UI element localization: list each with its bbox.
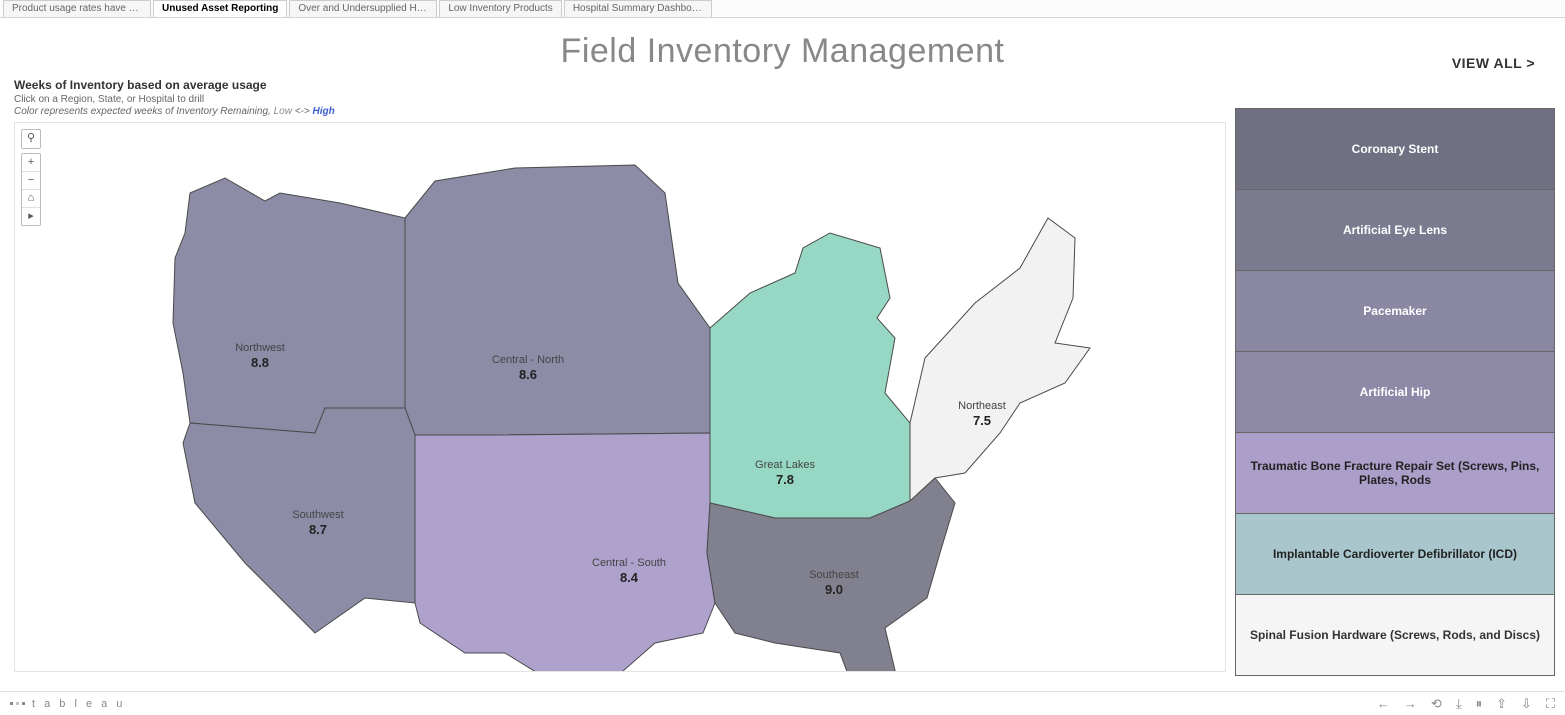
- view-all-button[interactable]: VIEW ALL >: [1452, 55, 1535, 71]
- page-title: Field Inventory Management: [0, 32, 1565, 71]
- tableau-logo: t a b l e a u: [10, 698, 125, 710]
- tab-3[interactable]: Low Inventory Products: [439, 0, 562, 17]
- product-card-3[interactable]: Artificial Hip: [1235, 351, 1555, 432]
- region-northwest[interactable]: [173, 178, 405, 433]
- us-map-svg: Northwest8.8Central - North8.6Great Lake…: [15, 123, 1225, 671]
- fullscreen-icon[interactable]: ⛶: [1546, 696, 1555, 712]
- revert-icon[interactable]: ⟲: [1431, 696, 1442, 712]
- region-northeast[interactable]: [910, 218, 1090, 501]
- subtitle-line2: Click on a Region, State, or Hospital to…: [14, 94, 335, 105]
- pause-icon[interactable]: ⏸: [1476, 696, 1483, 712]
- region-great-lakes[interactable]: [710, 233, 910, 518]
- region-central-south[interactable]: [415, 433, 715, 671]
- refresh-icon[interactable]: ⤓: [1456, 696, 1462, 712]
- tab-bar: Product usage rates have chan…Unused Ass…: [0, 0, 1565, 18]
- product-sidebar: Coronary StentArtificial Eye LensPacemak…: [1235, 108, 1555, 676]
- product-card-2[interactable]: Pacemaker: [1235, 270, 1555, 351]
- subtitle-line3: Color represents expected weeks of Inven…: [14, 106, 335, 117]
- product-card-0[interactable]: Coronary Stent: [1235, 108, 1555, 189]
- tab-4[interactable]: Hospital Summary Dashboard: [564, 0, 712, 17]
- tab-0[interactable]: Product usage rates have chan…: [3, 0, 151, 17]
- subtitle-line1: Weeks of Inventory based on average usag…: [14, 78, 335, 92]
- redo-icon[interactable]: →: [1404, 696, 1417, 712]
- product-card-1[interactable]: Artificial Eye Lens: [1235, 189, 1555, 270]
- map-subtitle: Weeks of Inventory based on average usag…: [14, 78, 335, 117]
- region-central-north[interactable]: [405, 165, 710, 435]
- footer-toolbar: t a b l e a u ← → ⟲ ⤓ ⏸ ⇪ ⇩ ⛶: [0, 691, 1565, 715]
- tab-2[interactable]: Over and Undersupplied Hospi…: [289, 0, 437, 17]
- map-viewport[interactable]: ⚲ + − ⌂ ▸ Northwest8.8Central - North8.6…: [14, 122, 1226, 672]
- share-icon[interactable]: ⇪: [1496, 696, 1507, 712]
- product-card-5[interactable]: Implantable Cardioverter Defibrillator (…: [1235, 513, 1555, 594]
- product-card-6[interactable]: Spinal Fusion Hardware (Screws, Rods, an…: [1235, 594, 1555, 676]
- tab-1[interactable]: Unused Asset Reporting: [153, 0, 287, 17]
- download-icon[interactable]: ⇩: [1521, 696, 1532, 712]
- product-card-4[interactable]: Traumatic Bone Fracture Repair Set (Scre…: [1235, 432, 1555, 513]
- footer-icons: ← → ⟲ ⤓ ⏸ ⇪ ⇩ ⛶: [1377, 696, 1555, 712]
- undo-icon[interactable]: ←: [1377, 696, 1390, 712]
- region-southwest[interactable]: [183, 408, 415, 633]
